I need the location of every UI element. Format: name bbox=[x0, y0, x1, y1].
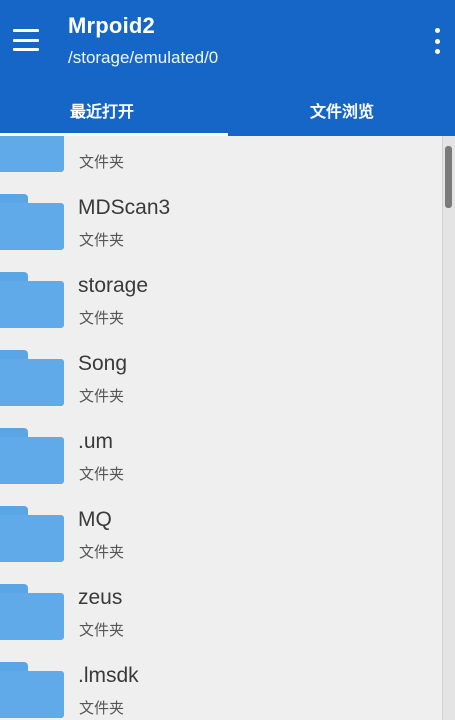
folder-icon bbox=[0, 350, 64, 406]
menu-bar-line bbox=[13, 38, 39, 42]
file-list[interactable]: 文件夹 MDScan3 文件夹 storage 文件夹 Song 文件夹 .um bbox=[0, 136, 442, 720]
menu-bar-line bbox=[13, 29, 39, 32]
scrollbar-thumb[interactable] bbox=[445, 146, 452, 208]
file-name: MDScan3 bbox=[78, 196, 171, 219]
folder-icon bbox=[0, 194, 64, 250]
scrollbar[interactable] bbox=[442, 136, 455, 720]
file-kind: 文件夹 bbox=[79, 153, 125, 171]
file-name: .um bbox=[78, 430, 114, 453]
scrollbar-track bbox=[442, 136, 443, 720]
tab-recent[interactable]: 最近打开 bbox=[70, 98, 134, 136]
more-vertical-icon[interactable] bbox=[428, 28, 446, 54]
overflow-dot bbox=[434, 49, 440, 54]
file-kind: 文件夹 bbox=[79, 231, 125, 249]
folder-icon bbox=[0, 136, 64, 172]
folder-icon bbox=[0, 584, 64, 640]
file-row[interactable]: MDScan3 文件夹 bbox=[0, 186, 442, 264]
file-kind: 文件夹 bbox=[79, 543, 125, 561]
overflow-dot bbox=[434, 38, 440, 44]
file-row[interactable]: zeus 文件夹 bbox=[0, 576, 442, 654]
file-kind: 文件夹 bbox=[79, 621, 125, 639]
file-name: .lmsdk bbox=[78, 664, 139, 687]
file-name: MQ bbox=[78, 508, 112, 531]
app-screen: Mrpoid2 /storage/emulated/0 最近打开 文件浏览 文件… bbox=[0, 0, 455, 720]
file-name: zeus bbox=[78, 586, 123, 609]
menu-bar-line bbox=[13, 48, 39, 51]
file-kind: 文件夹 bbox=[79, 309, 125, 327]
tab-file-browser[interactable]: 文件浏览 bbox=[310, 98, 374, 136]
file-list-content: 文件夹 MDScan3 文件夹 storage 文件夹 Song 文件夹 .um bbox=[0, 136, 442, 720]
file-name: Song bbox=[78, 352, 128, 375]
app-bar: Mrpoid2 /storage/emulated/0 最近打开 文件浏览 bbox=[0, 0, 455, 136]
current-path: /storage/emulated/0 bbox=[68, 48, 219, 67]
file-kind: 文件夹 bbox=[79, 699, 125, 717]
file-kind: 文件夹 bbox=[79, 465, 125, 483]
hamburger-menu-icon[interactable] bbox=[10, 26, 42, 54]
file-row[interactable]: .um 文件夹 bbox=[0, 420, 442, 498]
file-row[interactable]: MQ 文件夹 bbox=[0, 498, 442, 576]
app-title: Mrpoid2 bbox=[68, 13, 155, 38]
file-kind: 文件夹 bbox=[79, 387, 125, 405]
file-row[interactable]: Song 文件夹 bbox=[0, 342, 442, 420]
folder-icon bbox=[0, 428, 64, 484]
folder-icon bbox=[0, 662, 64, 718]
folder-icon bbox=[0, 272, 64, 328]
overflow-dot bbox=[434, 28, 440, 33]
file-row[interactable]: .lmsdk 文件夹 bbox=[0, 654, 442, 720]
file-row[interactable]: storage 文件夹 bbox=[0, 264, 442, 342]
file-name: storage bbox=[78, 274, 149, 297]
folder-icon bbox=[0, 506, 64, 562]
file-row[interactable]: 文件夹 bbox=[0, 136, 442, 186]
